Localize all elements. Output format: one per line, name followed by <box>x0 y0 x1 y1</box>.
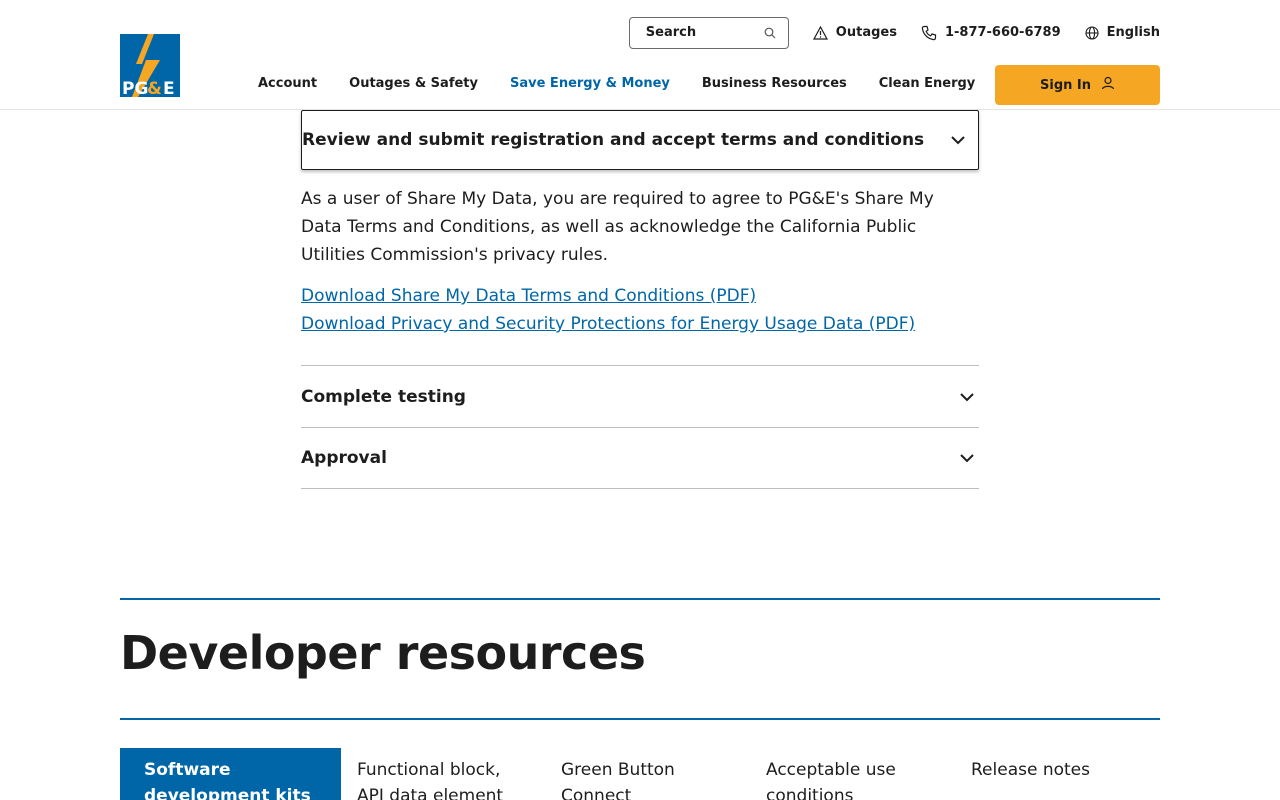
sign-in-button[interactable]: Sign In <box>995 65 1160 105</box>
nav-item-business-resources[interactable]: Business Resources <box>702 76 847 91</box>
svg-text:PG: PG <box>122 79 148 97</box>
chevron-down-icon <box>950 135 966 145</box>
globe-icon <box>1085 25 1099 40</box>
pge-logo[interactable]: PG & E <box>120 34 180 99</box>
accordion-body-text: As a user of Share My Data, you are requ… <box>301 189 934 265</box>
accordion-item-complete-testing[interactable]: Complete testing <box>301 365 979 427</box>
accordion-title: Complete testing <box>301 386 466 407</box>
nav-item-outages-safety[interactable]: Outages & Safety <box>349 76 478 91</box>
developer-resources-heading: Developer resources <box>120 626 646 680</box>
chevron-down-icon <box>959 453 975 463</box>
tab-release-notes[interactable]: Release notes <box>971 757 1121 783</box>
phone-icon <box>921 25 937 41</box>
tab-software-development-kits[interactable]: Software development kits <box>120 748 341 800</box>
nav-item-account[interactable]: Account <box>258 76 317 91</box>
accordion-title: Approval <box>301 448 387 468</box>
terms-pdf-link[interactable]: Download Share My Data Terms and Conditi… <box>301 286 756 306</box>
outages-label: Outages <box>835 25 897 40</box>
svg-text:E: E <box>163 79 175 97</box>
search-input[interactable]: Search <box>628 16 789 49</box>
utility-bar: Search Outages 1-877-660-6789 English <box>628 16 1160 49</box>
svg-text:&: & <box>147 79 162 97</box>
phone-link[interactable]: 1-877-660-6789 <box>921 25 1061 41</box>
accordion-title: Review and submit registration and accep… <box>302 130 925 150</box>
tab-acceptable-use-conditions[interactable]: Acceptable use conditions <box>766 757 916 800</box>
tab-functional-block-api[interactable]: Functional block, API data element <box>357 757 527 800</box>
tab-green-button-connect[interactable]: Green Button Connect <box>561 757 711 800</box>
outages-link[interactable]: Outages <box>812 25 897 40</box>
search-icon[interactable] <box>764 27 776 39</box>
section-divider <box>120 598 1160 600</box>
site-header: PG & E Search Outages 1-877-660-6789 Eng… <box>0 0 1280 110</box>
warning-icon <box>812 25 828 40</box>
language-label: English <box>1106 25 1160 40</box>
accordion-item-approval[interactable]: Approval <box>301 427 979 489</box>
search-placeholder: Search <box>645 25 697 40</box>
section-divider <box>120 718 1160 720</box>
sign-in-label: Sign In <box>1040 77 1091 93</box>
main-nav: Account Outages & Safety Save Energy & M… <box>258 76 975 91</box>
chevron-down-icon <box>959 392 975 402</box>
language-selector[interactable]: English <box>1085 25 1160 40</box>
privacy-pdf-link[interactable]: Download Privacy and Security Protection… <box>301 314 915 334</box>
phone-label: 1-877-660-6789 <box>944 25 1061 40</box>
accordion-header-registration[interactable]: Review and submit registration and accep… <box>301 110 979 170</box>
nav-item-clean-energy[interactable]: Clean Energy <box>879 76 976 91</box>
nav-item-save-energy-money[interactable]: Save Energy & Money <box>510 76 670 91</box>
user-icon <box>1101 76 1115 94</box>
